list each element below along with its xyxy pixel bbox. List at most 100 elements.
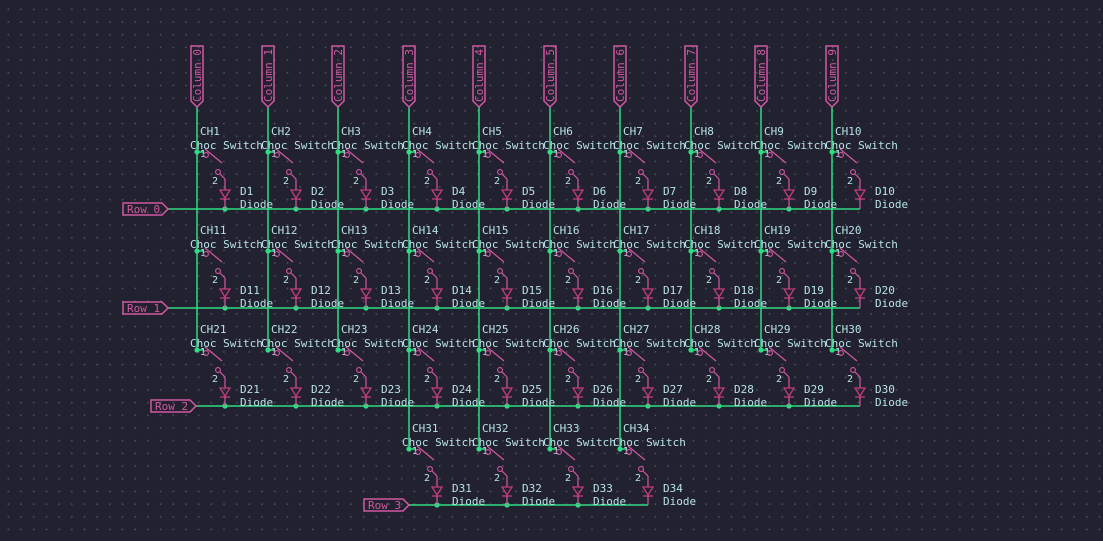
column-port-label: Column 2 bbox=[332, 49, 345, 102]
switch-pin1-label: 1 bbox=[764, 347, 770, 358]
switch-pin1-label: 1 bbox=[764, 149, 770, 160]
switch-cell[interactable]: CH12Choc Switch12D12Diode bbox=[261, 224, 344, 310]
row-port-2[interactable]: Row 2 bbox=[150, 399, 198, 413]
switch-cell[interactable]: CH2Choc Switch12D2Diode bbox=[261, 125, 344, 211]
diode-triangle bbox=[571, 486, 585, 497]
diode-value: Diode bbox=[663, 297, 696, 310]
switch-pin2-label: 2 bbox=[424, 275, 430, 286]
switch-ref: CH12 bbox=[271, 224, 298, 237]
column-port-label: Column 3 bbox=[403, 49, 416, 102]
column-port-9[interactable]: Column 9 bbox=[825, 45, 839, 109]
switch-cell[interactable]: CH18Choc Switch12D18Diode bbox=[684, 224, 767, 310]
column-port-label: Column 7 bbox=[685, 49, 698, 102]
switch-cell[interactable]: CH21Choc Switch12D21Diode bbox=[190, 323, 273, 409]
diode-value: Diode bbox=[734, 396, 767, 409]
diode-ref: D13 bbox=[381, 284, 401, 297]
switch-pin1-label: 1 bbox=[482, 347, 488, 358]
schematic-canvas[interactable]: CH1Choc Switch12D1DiodeCH2Choc Switch12D… bbox=[0, 0, 1103, 541]
switch-cell[interactable]: CH10Choc Switch12D10Diode bbox=[825, 125, 908, 211]
switch-lead bbox=[360, 173, 367, 180]
switch-pin2-label: 2 bbox=[565, 473, 571, 484]
diode-triangle bbox=[641, 486, 655, 497]
diode-triangle bbox=[500, 288, 514, 299]
column-port-7[interactable]: Column 7 bbox=[684, 45, 698, 109]
switch-cell[interactable]: CH30Choc Switch12D30Diode bbox=[825, 323, 908, 409]
switch-cell[interactable]: CH24Choc Switch12D24Diode bbox=[402, 323, 485, 409]
switch-cell[interactable]: CH1Choc Switch12D1Diode bbox=[190, 125, 273, 211]
column-port-6[interactable]: Column 6 bbox=[613, 45, 627, 109]
switch-ref: CH3 bbox=[341, 125, 361, 138]
switch-lead bbox=[501, 470, 508, 477]
diode-value: Diode bbox=[875, 396, 908, 409]
switch-lead bbox=[854, 173, 861, 180]
switch-pin2-label: 2 bbox=[776, 275, 782, 286]
column-port-5[interactable]: Column 5 bbox=[543, 45, 557, 109]
switch-cell[interactable]: CH22Choc Switch12D22Diode bbox=[261, 323, 344, 409]
diode-triangle bbox=[289, 189, 303, 200]
switch-pin1-label: 1 bbox=[553, 347, 559, 358]
switch-cell[interactable]: CH8Choc Switch12D8Diode bbox=[684, 125, 767, 211]
switch-pin2-label: 2 bbox=[635, 176, 641, 187]
diode-value: Diode bbox=[522, 495, 555, 508]
switch-contact bbox=[709, 367, 715, 373]
diode-ref: D15 bbox=[522, 284, 542, 297]
switch-lead bbox=[360, 371, 367, 378]
diode-ref: D26 bbox=[593, 383, 613, 396]
switch-lead bbox=[854, 371, 861, 378]
switch-ref: CH33 bbox=[553, 422, 580, 435]
column-port-0[interactable]: Column 0 bbox=[190, 45, 204, 109]
diode-ref: D27 bbox=[663, 383, 683, 396]
switch-lead bbox=[360, 272, 367, 279]
diode-ref: D2 bbox=[311, 185, 324, 198]
diode-value: Diode bbox=[522, 198, 555, 211]
switch-cell[interactable]: CH28Choc Switch12D28Diode bbox=[684, 323, 767, 409]
switch-pin2-label: 2 bbox=[494, 176, 500, 187]
switch-cell[interactable]: CH14Choc Switch12D14Diode bbox=[402, 224, 485, 310]
row-port-1[interactable]: Row 1 bbox=[122, 301, 170, 315]
switch-cell[interactable]: CH16Choc Switch12D16Diode bbox=[543, 224, 626, 310]
switch-contact bbox=[215, 268, 221, 274]
diode-triangle bbox=[571, 189, 585, 200]
switch-ref: CH31 bbox=[412, 422, 439, 435]
switch-pin1-label: 1 bbox=[553, 446, 559, 457]
diode-value: Diode bbox=[875, 297, 908, 310]
switch-ref: CH8 bbox=[694, 125, 714, 138]
switch-cell[interactable]: CH11Choc Switch12D11Diode bbox=[190, 224, 273, 310]
switch-pin1-label: 1 bbox=[482, 149, 488, 160]
diode-value: Diode bbox=[663, 495, 696, 508]
switch-pin2-label: 2 bbox=[847, 176, 853, 187]
switch-cell[interactable]: CH31Choc Switch12D31Diode bbox=[402, 422, 485, 508]
diode-triangle bbox=[853, 189, 867, 200]
switch-contact bbox=[427, 466, 433, 472]
column-port-3[interactable]: Column 3 bbox=[402, 45, 416, 109]
switch-pin1-label: 1 bbox=[412, 248, 418, 259]
switch-pin1-label: 1 bbox=[271, 248, 277, 259]
switch-pin1-label: 1 bbox=[200, 248, 206, 259]
switch-cell[interactable]: CH4Choc Switch12D4Diode bbox=[402, 125, 485, 211]
row-port-0[interactable]: Row 0 bbox=[122, 202, 170, 216]
row-port-3[interactable]: Row 3 bbox=[363, 498, 411, 512]
column-port-2[interactable]: Column 2 bbox=[331, 45, 345, 109]
switch-contact bbox=[568, 268, 574, 274]
switch-lead bbox=[290, 272, 297, 279]
switch-contact bbox=[427, 169, 433, 175]
switch-cell[interactable]: CH6Choc Switch12D6Diode bbox=[543, 125, 626, 211]
switch-cell[interactable]: CH20Choc Switch12D20Diode bbox=[825, 224, 908, 310]
switch-pin1-label: 1 bbox=[412, 149, 418, 160]
switch-ref: CH17 bbox=[623, 224, 650, 237]
switch-cell[interactable]: CH33Choc Switch12D33Diode bbox=[543, 422, 626, 508]
diode-triangle bbox=[218, 189, 232, 200]
column-port-8[interactable]: Column 8 bbox=[754, 45, 768, 109]
switch-pin1-label: 1 bbox=[482, 248, 488, 259]
switch-cell[interactable]: CH26Choc Switch12D26Diode bbox=[543, 323, 626, 409]
diode-ref: D33 bbox=[593, 482, 613, 495]
diode-ref: D1 bbox=[240, 185, 253, 198]
column-port-1[interactable]: Column 1 bbox=[261, 45, 275, 109]
switch-lead bbox=[642, 272, 649, 279]
column-port-4[interactable]: Column 4 bbox=[472, 45, 486, 109]
switch-ref: CH19 bbox=[764, 224, 791, 237]
switch-pin2-label: 2 bbox=[424, 473, 430, 484]
switch-ref: CH5 bbox=[482, 125, 502, 138]
diode-ref: D3 bbox=[381, 185, 394, 198]
switch-contact bbox=[497, 367, 503, 373]
